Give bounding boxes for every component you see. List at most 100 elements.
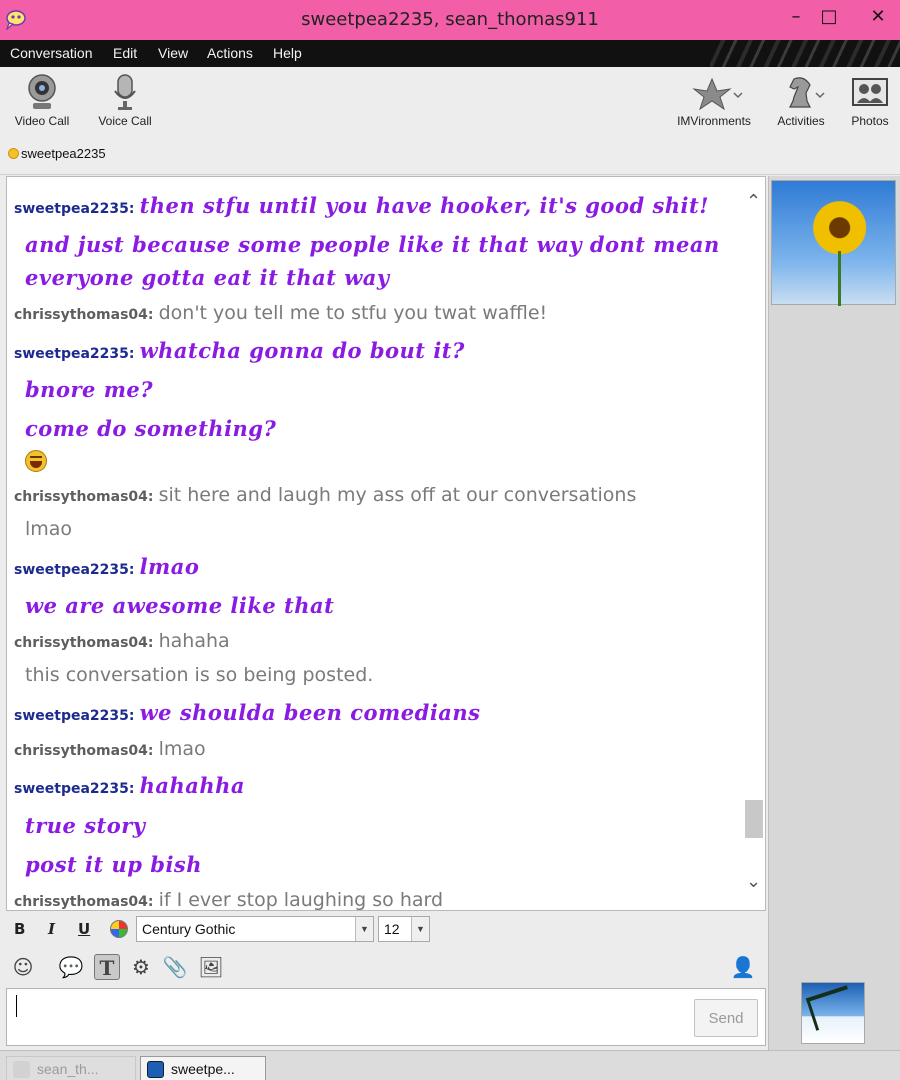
imvironments-label: IMVironments — [677, 114, 751, 128]
chevron-up-icon[interactable]: ⌃ — [746, 191, 761, 212]
message-text: true story — [25, 813, 146, 838]
close-button[interactable]: ✕ — [856, 4, 900, 32]
italic-button[interactable]: I — [48, 920, 55, 938]
color-palette-icon[interactable] — [110, 920, 128, 938]
buzz-speech-icon[interactable]: 💬 — [58, 954, 84, 980]
message-sender: chrissythomas04: — [14, 307, 154, 323]
message: chrissythomas04: lmao — [14, 738, 206, 760]
message: chrissythomas04: don't you tell me to st… — [14, 302, 547, 324]
toolbar: Video Call Voice Call IMVironments Activ… — [0, 67, 900, 175]
message-text: lmao — [158, 738, 206, 760]
chevron-down-icon[interactable]: ▼ — [355, 917, 373, 941]
formatting-toolbar: B I U Century Gothic ▼ 12 ▼ — [6, 913, 766, 945]
activities-label: Activities — [777, 114, 825, 128]
tab-label: sean_th... — [37, 1061, 99, 1077]
plugins-gear-icon[interactable]: ⚙ — [128, 954, 154, 980]
text-format-toggle-icon[interactable]: T — [94, 954, 120, 980]
font-family-select[interactable]: Century Gothic ▼ — [136, 916, 374, 942]
message-sender: chrissythomas04: — [14, 894, 154, 910]
imvironments-leaf-icon — [692, 77, 743, 111]
buddy-avatar-icon — [147, 1061, 164, 1078]
message: sweetpea2235: whatcha gonna do bout it? — [14, 338, 465, 363]
message: sweetpea2235: hahahha — [14, 773, 245, 798]
insert-image-icon[interactable]: 🖼 — [198, 954, 224, 980]
message-sender: chrissythomas04: — [14, 489, 154, 505]
message-sender: chrissythomas04: — [14, 635, 154, 651]
message-text: lmao — [139, 554, 200, 579]
conversation-pane: sweetpea2235: then stfu until you have h… — [6, 176, 766, 911]
avatar-sidebar — [768, 176, 900, 1050]
message-text: sit here and laugh my ass off at our con… — [158, 484, 637, 506]
message-scrollbar[interactable]: ⌃ ⌄ — [743, 177, 765, 910]
menu-bar: Conversation Edit View Actions Help — [0, 40, 900, 67]
text-caret — [16, 995, 17, 1017]
message-text: hahahha — [139, 773, 245, 798]
message-text: come do something? — [25, 416, 277, 441]
message-history: sweetpea2235: then stfu until you have h… — [7, 177, 743, 911]
buddy-name: sweetpea2235 — [21, 146, 106, 161]
menu-edit[interactable]: Edit — [113, 45, 137, 61]
message: sweetpea2235: lmao — [14, 554, 199, 579]
menu-view[interactable]: View — [158, 45, 188, 61]
message-sender: sweetpea2235: — [14, 346, 135, 362]
chevron-down-icon[interactable]: ⌄ — [746, 871, 761, 892]
tab-sean-thomas[interactable]: sean_th... — [6, 1056, 136, 1080]
font-family-value: Century Gothic — [142, 921, 236, 937]
message-text: we are awesome like that — [25, 593, 335, 618]
video-call-button[interactable]: Video Call — [12, 73, 72, 128]
message: chrissythomas04: hahaha — [14, 630, 230, 652]
message-text: don't you tell me to stfu you twat waffl… — [158, 302, 548, 324]
message-text: everyone gotta eat it that way — [25, 265, 390, 290]
font-size-select[interactable]: 12 ▼ — [378, 916, 430, 942]
menu-conversation[interactable]: Conversation — [10, 45, 93, 61]
message-text: and just because some people like it tha… — [25, 232, 720, 257]
menu-actions[interactable]: Actions — [207, 45, 253, 61]
microphone-icon — [114, 74, 136, 110]
message-sender: sweetpea2235: — [14, 201, 135, 217]
font-size-value: 12 — [384, 921, 400, 937]
laughing-emoticon-icon — [25, 450, 47, 472]
scrollbar-thumb[interactable] — [745, 800, 763, 838]
message-sender: sweetpea2235: — [14, 562, 135, 578]
send-button[interactable]: Send — [694, 999, 758, 1037]
photos-button[interactable]: Photos — [846, 73, 894, 128]
menu-bar-skin-pattern — [710, 40, 900, 67]
message-sender: sweetpea2235: — [14, 708, 135, 724]
message: chrissythomas04: sit here and laugh my a… — [14, 484, 636, 506]
maximize-button[interactable]: □ — [809, 4, 849, 32]
buddy-display-image[interactable] — [771, 180, 896, 306]
message-text: hahaha — [158, 630, 230, 652]
webcam-icon — [28, 74, 56, 109]
my-display-image[interactable] — [801, 982, 865, 1044]
message: chrissythomas04: if I ever stop laughing… — [14, 889, 444, 911]
tab-sweetpea[interactable]: sweetpe... — [140, 1056, 266, 1080]
photos-icon — [852, 78, 888, 106]
activities-button[interactable]: Activities — [772, 73, 830, 128]
menu-help[interactable]: Help — [273, 45, 302, 61]
message-text: this conversation is so being posted. — [25, 664, 374, 686]
chevron-down-icon[interactable]: ▼ — [411, 917, 429, 941]
message-text: bnore me? — [25, 377, 154, 402]
imvironments-button[interactable]: IMVironments — [672, 73, 756, 128]
video-call-label: Video Call — [14, 114, 70, 128]
message: sweetpea2235: we shoulda been comedians — [14, 700, 481, 725]
buddy-status[interactable]: sweetpea2235 — [8, 146, 106, 161]
contact-details-icon[interactable]: 👤 — [730, 954, 756, 980]
buddy-avatar-icon — [13, 1061, 30, 1078]
voice-call-button[interactable]: Voice Call — [94, 73, 156, 128]
conversation-tabs: sean_th... sweetpe... — [0, 1050, 900, 1080]
message-text: we shoulda been comedians — [139, 700, 481, 725]
attachment-paperclip-icon[interactable]: 📎 — [162, 954, 188, 980]
message-text: if I ever stop laughing so hard — [158, 889, 444, 911]
bold-button[interactable]: B — [14, 920, 25, 938]
message-sender: sweetpea2235: — [14, 781, 135, 797]
message-text: post it up bish — [25, 852, 203, 877]
compose-tools: ☺ 💬 T ⚙ 📎 🖼 👤 — [6, 947, 766, 987]
message: sweetpea2235: then stfu until you have h… — [14, 193, 709, 218]
underline-button[interactable]: U — [78, 920, 90, 938]
message-text: whatcha gonna do bout it? — [139, 338, 465, 363]
photos-label: Photos — [851, 114, 889, 128]
emoticon-smiley-icon[interactable]: ☺ — [10, 954, 36, 980]
message-input[interactable]: Send — [6, 988, 766, 1046]
message-text: lmao — [25, 518, 73, 540]
